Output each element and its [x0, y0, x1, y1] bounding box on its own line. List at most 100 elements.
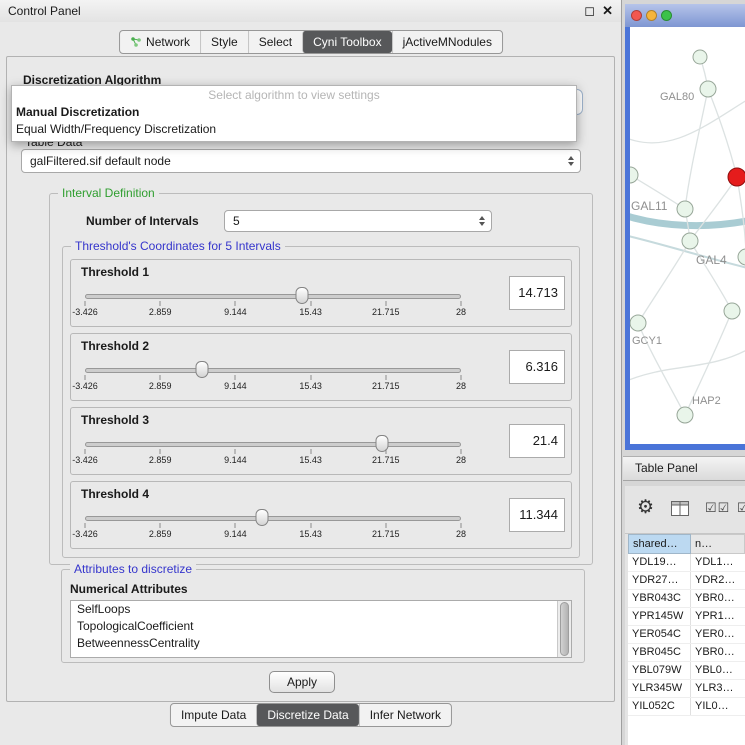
column-header-shared-name[interactable]: shared…	[628, 534, 691, 554]
tab-discretize-data[interactable]: Discretize Data	[256, 704, 358, 726]
number-of-intervals-combo[interactable]: 5	[224, 210, 492, 232]
table-cell[interactable]: YDR2…	[691, 572, 745, 589]
table-cell[interactable]: YBL0…	[691, 662, 745, 679]
algorithm-option-equal-width[interactable]: Equal Width/Frequency Discretization	[12, 120, 576, 137]
select-columns-icon[interactable]: ☑☑	[705, 500, 730, 516]
table-cell[interactable]: YDL19…	[628, 554, 691, 571]
threshold-4-value-field[interactable]: 11.344	[509, 498, 565, 532]
table-cell[interactable]: YLR345W	[628, 680, 691, 697]
threshold-4-slider[interactable]: -3.4262.8599.14415.4321.71528	[85, 508, 461, 546]
checkbox-icon[interactable]: ☑	[737, 500, 745, 516]
table-row[interactable]: YDR27… YDR2…	[628, 572, 745, 590]
network-node-selected-red[interactable]	[728, 168, 745, 186]
node-label-gal4[interactable]: GAL4	[696, 253, 727, 267]
table-cell[interactable]: YER0…	[691, 626, 745, 643]
table-row[interactable]: YBR043C YBR0…	[628, 590, 745, 608]
node-label-gcy1[interactable]: GCY1	[632, 335, 662, 347]
tab-network[interactable]: Network	[120, 31, 200, 53]
network-node[interactable]	[693, 50, 707, 64]
table-row[interactable]: YBL079W YBL0…	[628, 662, 745, 680]
close-window-icon[interactable]: ✕	[602, 3, 613, 19]
table-data-combo[interactable]: galFiltered.sif default node	[21, 149, 581, 173]
threshold-3-slider[interactable]: -3.4262.8599.14415.4321.71528	[85, 434, 461, 472]
attribute-list-item[interactable]: BetweennessCentrality	[71, 635, 557, 652]
network-node-gcy1[interactable]	[630, 315, 646, 331]
slider-track[interactable]	[85, 294, 461, 299]
table-cell[interactable]: YPR145W	[628, 608, 691, 625]
tab-select[interactable]: Select	[248, 31, 302, 53]
column-header-name[interactable]: n…	[691, 534, 745, 554]
attribute-list-item[interactable]: SelfLoops	[71, 601, 557, 618]
network-graph[interactable]	[630, 27, 745, 444]
zoom-traffic-light[interactable]	[661, 10, 672, 21]
table-cell[interactable]: YDR27…	[628, 572, 691, 589]
node-label-hap2[interactable]: HAP2	[692, 395, 721, 407]
table-row[interactable]: YER054C YER0…	[628, 626, 745, 644]
tick-label: 15.43	[299, 307, 322, 317]
combo-stepper-icon[interactable]	[562, 156, 580, 166]
columns-icon[interactable]	[671, 501, 689, 519]
node-label-gal11[interactable]: GAL11	[631, 199, 667, 213]
tick-label: -3.426	[72, 529, 98, 539]
table-cell[interactable]: YBR045C	[628, 644, 691, 661]
tab-cyni-toolbox[interactable]: Cyni Toolbox	[302, 31, 391, 53]
table-cell[interactable]: YIL052C	[628, 698, 691, 715]
table-cell[interactable]: YER054C	[628, 626, 691, 643]
slider-track[interactable]	[85, 442, 461, 447]
tick-label: 21.715	[372, 529, 400, 539]
table-cell[interactable]: YBR0…	[691, 644, 745, 661]
gear-icon[interactable]: ⚙	[637, 496, 654, 519]
table-row[interactable]: YBR045C YBR0…	[628, 644, 745, 662]
attribute-list-item[interactable]: TopologicalCoefficient	[71, 618, 557, 635]
node-label-gal80[interactable]: GAL80	[660, 91, 694, 103]
tab-infer-network[interactable]: Infer Network	[359, 704, 451, 726]
minimize-traffic-light[interactable]	[646, 10, 657, 21]
threshold-4-label: Threshold 4	[81, 487, 149, 501]
slider-tick-labels: -3.4262.8599.14415.4321.71528	[85, 381, 461, 393]
table-row[interactable]: YLR345W YLR3…	[628, 680, 745, 698]
scrollbar-thumb[interactable]	[560, 602, 569, 656]
network-node-gal11[interactable]	[677, 201, 693, 217]
network-node-gal4[interactable]	[682, 233, 698, 249]
apply-button[interactable]: Apply	[269, 671, 335, 693]
network-node-gal80[interactable]	[700, 81, 716, 97]
window-title: Control Panel	[8, 4, 81, 18]
table-row[interactable]: YPR145W YPR1…	[628, 608, 745, 626]
threshold-2-value-field[interactable]: 6.316	[509, 350, 565, 384]
table-row[interactable]: YIL052C YIL0…	[628, 698, 745, 716]
network-node-hap2[interactable]	[677, 407, 693, 423]
threshold-2-slider[interactable]: -3.4262.8599.14415.4321.71528	[85, 360, 461, 398]
threshold-1-slider[interactable]: -3.4262.8599.14415.4321.71528	[85, 286, 461, 324]
table-cell[interactable]: YBR043C	[628, 590, 691, 607]
tab-jactivemnodules[interactable]: jActiveMNodules	[392, 31, 502, 53]
table-panel-window: ⚙ ☑☑ ☑ shared… n… YDL19…	[625, 486, 745, 745]
threshold-1-value-field[interactable]: 14.713	[509, 276, 565, 310]
algorithm-option-manual[interactable]: Manual Discretization	[12, 103, 576, 120]
network-node[interactable]	[724, 303, 740, 319]
network-canvas[interactable]: GAL80 GAL11 GAL4 GCY1 HAP2	[630, 27, 745, 444]
tab-style[interactable]: Style	[200, 31, 248, 53]
float-window-icon[interactable]: ◻	[584, 3, 595, 19]
attributes-scrollbar[interactable]	[557, 601, 571, 657]
threshold-3-value-field[interactable]: 21.4	[509, 424, 565, 458]
slider-tick-labels: -3.4262.8599.14415.4321.71528	[85, 529, 461, 541]
tick-label: 9.144	[224, 381, 247, 391]
combo-stepper-icon[interactable]	[473, 216, 491, 226]
network-node[interactable]	[738, 249, 745, 265]
table-cell[interactable]: YPR1…	[691, 608, 745, 625]
tick-label: 9.144	[224, 307, 247, 317]
table-panel-title: Table Panel	[635, 461, 698, 475]
tab-impute-data[interactable]: Impute Data	[171, 704, 256, 726]
network-node[interactable]	[630, 167, 638, 183]
table-cell[interactable]: YLR3…	[691, 680, 745, 697]
tick-label: 2.859	[149, 381, 172, 391]
table-row[interactable]: YDL19… YDL1…	[628, 554, 745, 572]
slider-track[interactable]	[85, 516, 461, 521]
table-cell[interactable]: YBR0…	[691, 590, 745, 607]
table-rows: YDL19… YDL1… YDR27… YDR2… YBR043C YBR0…	[628, 554, 745, 716]
table-cell[interactable]: YDL1…	[691, 554, 745, 571]
table-cell[interactable]: YIL0…	[691, 698, 745, 715]
table-cell[interactable]: YBL079W	[628, 662, 691, 679]
close-traffic-light[interactable]	[631, 10, 642, 21]
slider-track[interactable]	[85, 368, 461, 373]
